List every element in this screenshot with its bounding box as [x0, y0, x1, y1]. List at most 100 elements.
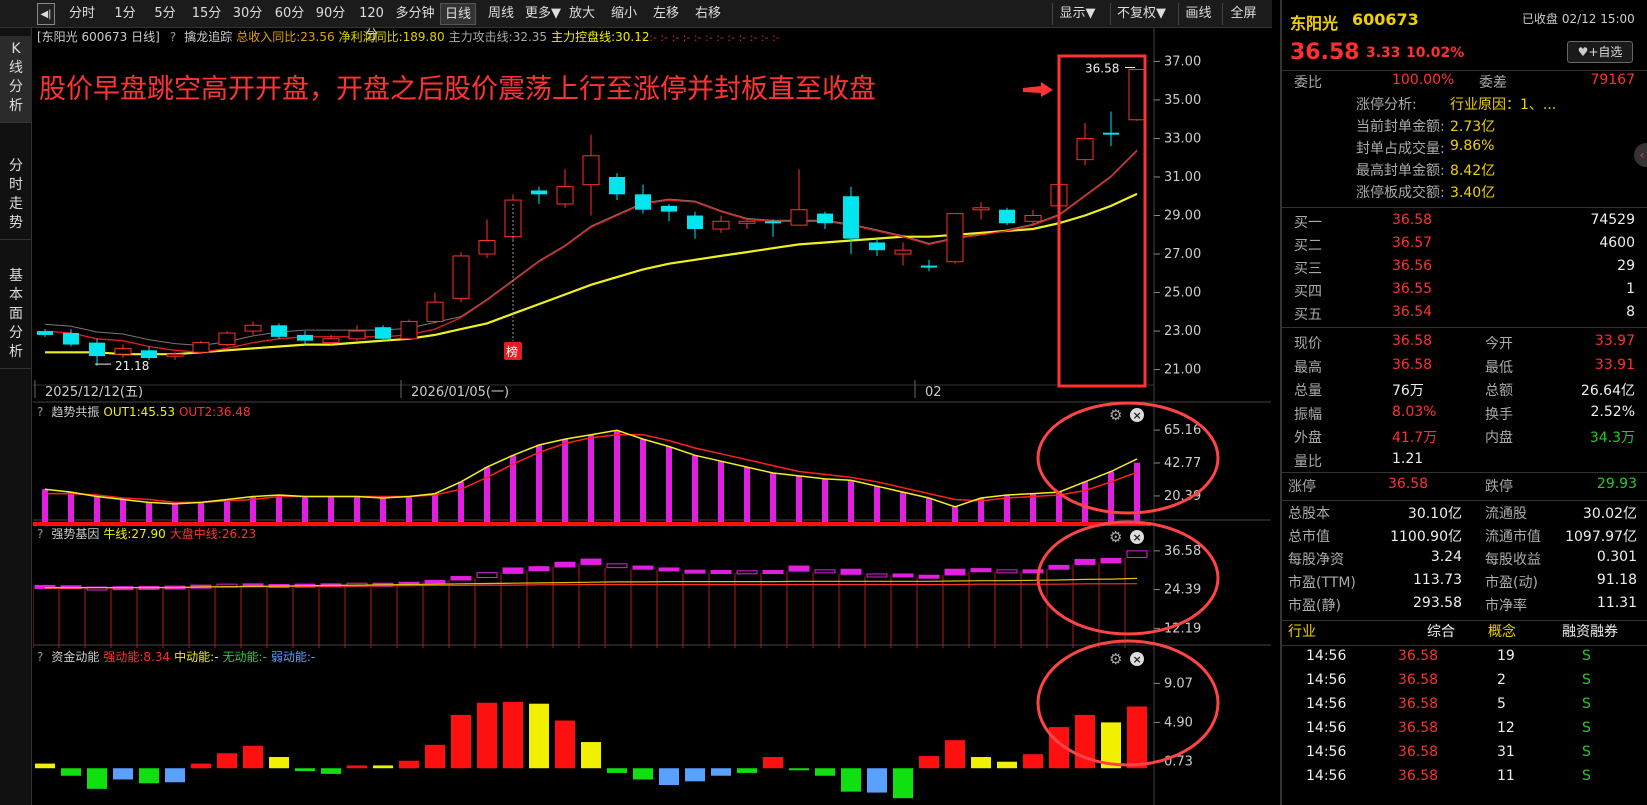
candle-body-up: [738, 220, 756, 224]
candle-body-down: [141, 350, 157, 359]
period-button-9[interactable]: 日线: [440, 3, 476, 25]
candle-body-up: [348, 330, 366, 340]
candle: [478, 219, 496, 258]
toolbar-right-button-2[interactable]: 画线: [1178, 3, 1218, 25]
bid-price: 36.54: [1392, 304, 1433, 320]
heart-icon: ♥: [1577, 45, 1589, 59]
period-button-8[interactable]: 多分钟: [393, 3, 437, 25]
bid-price: 36.57: [1392, 235, 1433, 251]
sub1-out1: OUT1:45.53: [103, 405, 175, 419]
sub3-bar: [789, 768, 809, 771]
sub1-bar: [562, 439, 568, 523]
tab-1[interactable]: 综合: [1427, 621, 1455, 641]
period-button-2[interactable]: 5分: [147, 3, 183, 25]
bid-row: 买五 36.54 8: [1282, 304, 1647, 326]
price-tick-label: 29.00: [1164, 209, 1201, 224]
trade-row: 14:56 36.58 2 S: [1282, 672, 1647, 694]
sub3-bar: [1101, 722, 1121, 769]
limit-info-row: 涨停分析: 行业原因：1、...: [1282, 94, 1647, 116]
sub3-bar: [633, 768, 653, 780]
trade-volume: 19: [1497, 648, 1515, 664]
sub3-bar: [607, 768, 627, 773]
sub2-gear-icon[interactable]: ⚙: [1109, 528, 1122, 546]
period-button-0[interactable]: 分时: [62, 3, 102, 25]
sub1-bar: [952, 506, 958, 523]
fundamental-row: 市盈(静) 293.58 市净率 11.31: [1282, 595, 1647, 617]
fundamental-label: 总股本: [1288, 506, 1330, 522]
sub3-gear-icon[interactable]: ⚙: [1109, 650, 1122, 668]
period-button-11[interactable]: 更多▼: [523, 3, 563, 25]
candle-body-up: [322, 338, 340, 344]
add-watchlist-button[interactable]: ♥+自选: [1567, 41, 1633, 63]
period-button-7[interactable]: 120分: [353, 3, 390, 43]
sub1-bar: [1082, 481, 1088, 523]
candle-body-up: [166, 353, 184, 357]
toolbar-right-button-1[interactable]: 不复权▼: [1110, 3, 1172, 25]
price-tick-label: 23.00: [1164, 324, 1201, 339]
sub1-bar: [588, 434, 594, 523]
candle-body-down: [661, 205, 677, 212]
sub2-close-glyph: ×: [1133, 531, 1142, 544]
sub2-box: [424, 579, 446, 584]
toolbar-right-button-0[interactable]: 显示▼: [1052, 3, 1102, 25]
period-button-15[interactable]: 右移: [690, 3, 726, 25]
sub3-bar: [711, 768, 731, 776]
sub2-box: [892, 573, 914, 578]
sub1-bar: [978, 497, 984, 523]
period-button-1[interactable]: 1分: [107, 3, 143, 25]
period-button-5[interactable]: 60分: [271, 3, 308, 25]
quote-label: 最高: [1294, 359, 1322, 376]
fundamental-value: 3.24: [1430, 549, 1462, 565]
quote-value: 36.58: [1392, 333, 1433, 349]
sub1-bar: [432, 493, 438, 523]
period-button-12[interactable]: 放大: [564, 3, 600, 25]
candle-body-up: [1024, 215, 1042, 222]
candle-body-up: [114, 347, 132, 355]
sub3-bar: [347, 765, 367, 769]
chart-area[interactable]: [东阳光 600673 日线]? 擒龙追踪 总收入同比:23.56 净利润同比:189…: [33, 28, 1271, 805]
period-button-10[interactable]: 周线: [483, 3, 519, 25]
side-tab-char: 分: [9, 158, 23, 174]
back-arrow-icon[interactable]: ◀|: [37, 3, 55, 25]
sub3-none: 无动能:-: [223, 650, 267, 664]
quote-value: 2.52%: [1590, 403, 1635, 420]
toolbar-right-button-3[interactable]: 全屏: [1222, 3, 1264, 25]
sub1-bar: [328, 496, 334, 523]
sub2-box: [918, 574, 940, 579]
period-button-14[interactable]: 左移: [648, 3, 684, 25]
chart-svg[interactable]: [东阳光 600673 日线]? 擒龙追踪 总收入同比:23.56 净利润同比:189…: [33, 28, 1271, 805]
period-button-13[interactable]: 缩小: [606, 3, 642, 25]
date-label-start: 2025/12/12(五): [45, 385, 143, 400]
limit-info-value: 行业原因：1、...: [1450, 97, 1557, 113]
candle: [843, 186, 859, 255]
weicha-label: 委差: [1479, 75, 1507, 91]
tab-0[interactable]: 行业: [1288, 621, 1316, 641]
bid-label: 买五: [1294, 307, 1322, 323]
bid-volume: 29: [1617, 258, 1635, 274]
tab-row: 行业 综合 概念 融资融券: [1282, 621, 1647, 643]
sub1-gear-icon[interactable]: ⚙: [1109, 406, 1122, 424]
date-label-mid: 2026/01/05(一): [411, 385, 509, 400]
side-tab-0[interactable]: K线分析: [0, 36, 32, 123]
candle-body-down: [843, 196, 859, 239]
candle-body-down: [37, 331, 53, 335]
trade-volume: 2: [1497, 672, 1506, 688]
tab-3[interactable]: 融资融券: [1562, 621, 1618, 641]
sub3-bar: [503, 701, 523, 769]
limit-prices-row: 涨停 36.58 跌停 29.93: [1282, 476, 1647, 498]
side-tab-1[interactable]: 分时走势: [0, 153, 32, 240]
side-tab-2[interactable]: 基本面分析: [0, 263, 32, 369]
period-button-6[interactable]: 90分: [312, 3, 349, 25]
sub3-bar: [685, 768, 705, 782]
period-button-3[interactable]: 15分: [188, 3, 225, 25]
weibi-row: 委比 100.00% 委差 79167: [1282, 72, 1647, 94]
candle: [114, 344, 132, 359]
sub2-box: [1074, 558, 1096, 565]
bid-label: 买一: [1294, 215, 1322, 231]
sub2-box: [866, 573, 888, 578]
candle: [946, 213, 964, 264]
tab-2[interactable]: 概念: [1488, 621, 1516, 641]
candle: [1076, 123, 1094, 166]
period-button-4[interactable]: 30分: [229, 3, 266, 25]
candle: [141, 346, 157, 360]
